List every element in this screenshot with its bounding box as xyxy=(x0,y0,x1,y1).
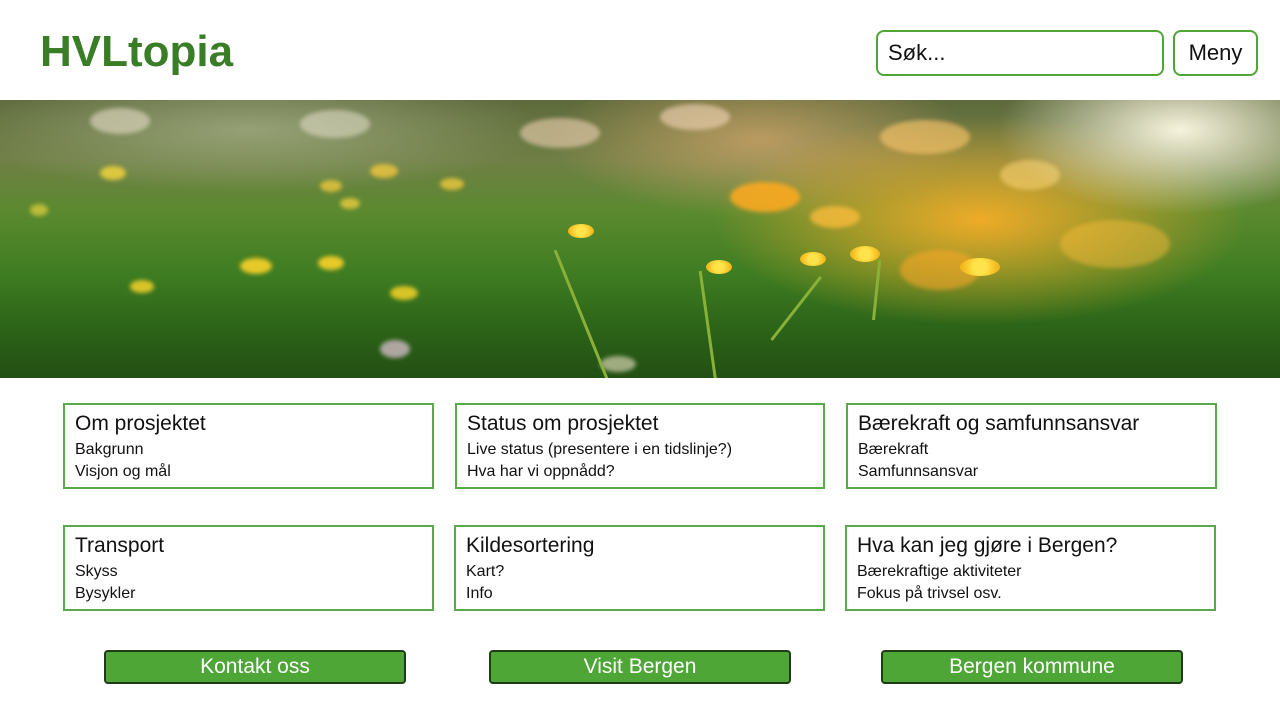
card-link-background[interactable]: Bakgrunn xyxy=(75,439,422,461)
hero-image xyxy=(0,100,1280,378)
card-link-map[interactable]: Kart? xyxy=(466,561,813,583)
card-title: Om prosjektet xyxy=(75,412,206,435)
card-link-social-responsibility[interactable]: Samfunnsansvar xyxy=(858,461,1205,483)
contact-us-button[interactable]: Kontakt oss xyxy=(104,650,406,684)
card-link-sustainable-activities[interactable]: Bærekraftige aktiviteter xyxy=(857,561,1204,583)
card-waste-sorting[interactable]: Kildesortering Kart? Info xyxy=(454,525,825,611)
menu-button[interactable]: Meny xyxy=(1173,30,1258,76)
card-link-live-status[interactable]: Live status (presentere i en tidslinje?) xyxy=(467,439,813,461)
card-link-city-bikes[interactable]: Bysykler xyxy=(75,583,422,605)
card-things-to-do-bergen[interactable]: Hva kan jeg gjøre i Bergen? Bærekraftige… xyxy=(845,525,1216,611)
site-logo[interactable]: HVLtopia xyxy=(40,24,233,80)
bergen-municipality-button[interactable]: Bergen kommune xyxy=(881,650,1183,684)
card-link-achievements[interactable]: Hva har vi oppnådd? xyxy=(467,461,813,483)
card-link-wellbeing[interactable]: Fokus på trivsel osv. xyxy=(857,583,1204,605)
card-link-sustainability[interactable]: Bærekraft xyxy=(858,439,1205,461)
card-title: Status om prosjektet xyxy=(467,412,659,435)
card-project-status[interactable]: Status om prosjektet Live status (presen… xyxy=(455,403,825,489)
card-link-vision-goals[interactable]: Visjon og mål xyxy=(75,461,422,483)
card-title: Transport xyxy=(75,534,165,557)
card-title: Kildesortering xyxy=(466,534,595,557)
search-input[interactable] xyxy=(876,30,1164,76)
card-sustainability[interactable]: Bærekraft og samfunnsansvar Bærekraft Sa… xyxy=(846,403,1217,489)
card-about-project[interactable]: Om prosjektet Bakgrunn Visjon og mål xyxy=(63,403,434,489)
card-title: Bærekraft og samfunnsansvar xyxy=(858,412,1140,435)
visit-bergen-button[interactable]: Visit Bergen xyxy=(489,650,791,684)
card-link-skyss[interactable]: Skyss xyxy=(75,561,422,583)
card-title: Hva kan jeg gjøre i Bergen? xyxy=(857,534,1118,557)
card-transport[interactable]: Transport Skyss Bysykler xyxy=(63,525,434,611)
card-link-info[interactable]: Info xyxy=(466,583,813,605)
